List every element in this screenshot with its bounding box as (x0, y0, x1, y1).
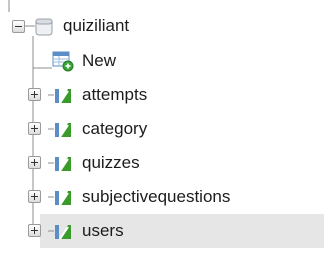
tree-item-subjectivequestions[interactable]: subjectivequestions (0, 180, 324, 214)
database-row[interactable]: quiziliant (0, 10, 324, 44)
expand-icon[interactable] (28, 122, 41, 135)
tree-item-new[interactable]: New (0, 44, 324, 78)
table-icon (48, 225, 71, 240)
table-icon (48, 89, 71, 104)
tree-item-attempts[interactable]: attempts (0, 78, 324, 112)
tree-item-label[interactable]: quizzes (82, 153, 140, 173)
database-icon (25, 18, 53, 36)
tree-item-label[interactable]: users (82, 221, 124, 241)
tree-item-label[interactable]: category (82, 119, 147, 139)
expand-icon[interactable] (28, 156, 41, 169)
collapse-icon[interactable] (12, 20, 25, 33)
expand-icon[interactable] (28, 190, 41, 203)
table-icon (48, 123, 71, 138)
tree-item-category[interactable]: category (0, 112, 324, 146)
expand-icon[interactable] (28, 88, 41, 101)
table-icon (48, 157, 71, 172)
expand-icon[interactable] (28, 224, 41, 237)
tree-item-quizzes[interactable]: quizzes (0, 146, 324, 180)
tree-item-users-content[interactable]: users (0, 214, 324, 248)
database-tree: quiziliant New attempts category quizzes… (0, 0, 324, 258)
new-table-icon (52, 51, 74, 72)
database-name[interactable]: quiziliant (63, 16, 129, 36)
tree-item-label[interactable]: subjectivequestions (82, 187, 230, 207)
tree-item-label[interactable]: New (82, 51, 116, 71)
tree-item-label[interactable]: attempts (82, 85, 147, 105)
table-icon (48, 191, 71, 206)
